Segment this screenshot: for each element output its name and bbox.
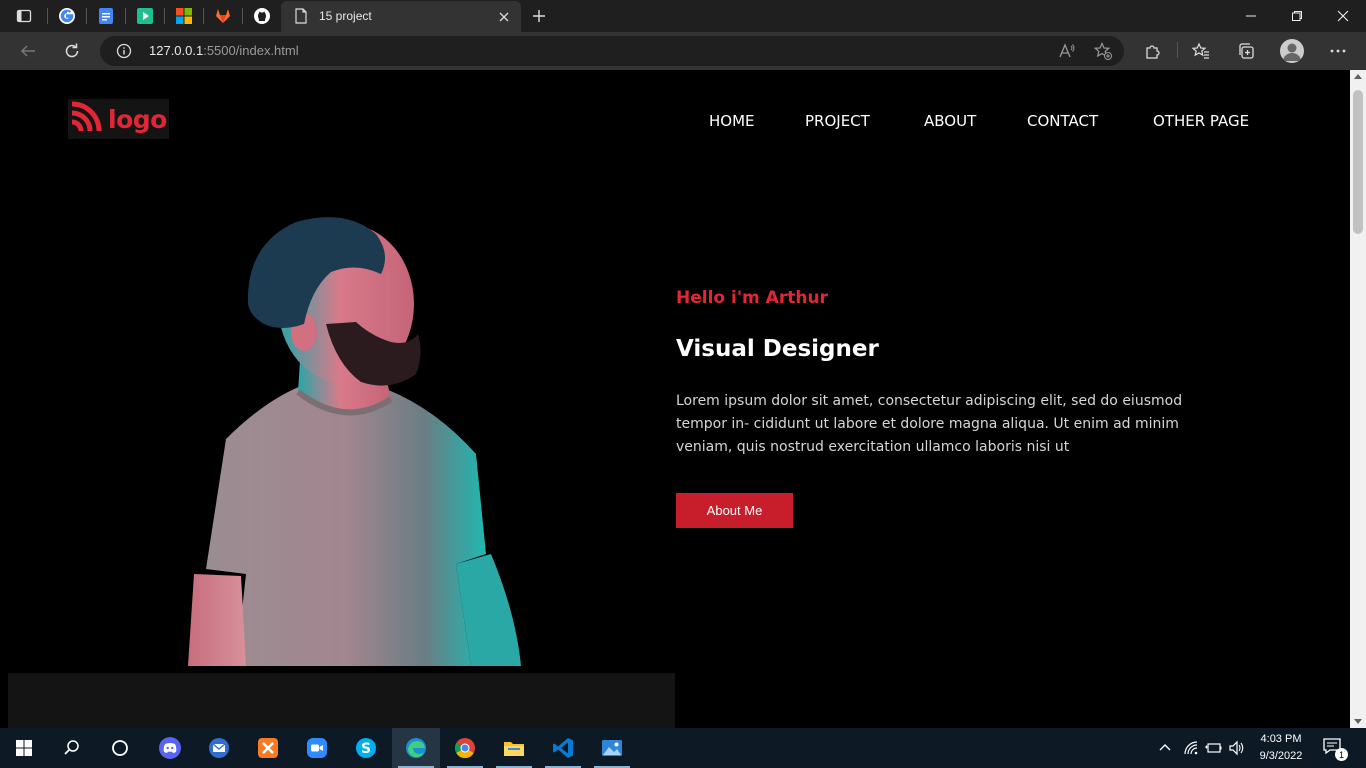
tab-title: 15 project [319, 9, 372, 23]
microsoft-tab-icon[interactable] [173, 5, 195, 27]
play-tab-icon[interactable] [134, 5, 156, 27]
hero-description: Lorem ipsum dolor sit amet, consectetur … [676, 393, 1183, 455]
new-tab-button[interactable] [528, 5, 550, 27]
zoom-icon[interactable] [293, 728, 341, 768]
browser-toolbar: 127.0.0.1:5500/index.html [0, 32, 1366, 70]
back-arrow-icon[interactable] [16, 39, 40, 63]
discord-icon[interactable] [146, 728, 194, 768]
edge-icon[interactable] [392, 728, 440, 768]
nav-project[interactable]: PROJECT [805, 112, 870, 130]
chrome-icon[interactable] [441, 728, 489, 768]
volume-icon[interactable] [1228, 739, 1246, 757]
skype-icon[interactable]: S [342, 728, 390, 768]
scroll-up-arrow-icon[interactable] [1354, 74, 1362, 79]
cortana-icon[interactable] [96, 728, 144, 768]
site-logo[interactable]: logo [68, 99, 169, 139]
tab-separator [242, 8, 243, 24]
notification-center-icon[interactable]: 1 [1322, 737, 1348, 761]
scroll-thumb[interactable] [1353, 90, 1363, 234]
page-viewport: logo HOME PROJECT ABOUT CONTACT OTHER PA… [0, 70, 1350, 728]
restore-button[interactable] [1274, 0, 1320, 32]
info-icon[interactable] [116, 43, 132, 63]
xampp-icon[interactable] [244, 728, 292, 768]
vscode-icon[interactable] [539, 728, 587, 768]
google-tab-icon[interactable] [56, 5, 78, 27]
nav-contact[interactable]: CONTACT [1027, 112, 1098, 130]
gitlab-tab-icon[interactable] [212, 5, 234, 27]
tab-separator [86, 8, 87, 24]
battery-icon[interactable] [1204, 739, 1222, 757]
wifi-logo-icon [70, 101, 102, 137]
scroll-down-arrow-icon[interactable] [1354, 719, 1362, 724]
start-button[interactable] [0, 728, 48, 768]
hero-title: Visual Designer [676, 336, 879, 362]
nav-about[interactable]: ABOUT [924, 112, 976, 130]
wifi-icon[interactable] [1182, 739, 1200, 757]
svg-text:S: S [361, 741, 371, 757]
mail-icon[interactable] [195, 728, 243, 768]
url-path: :5500/index.html [203, 43, 299, 58]
system-clock[interactable]: 4:03 PM 9/3/2022 [1253, 731, 1309, 765]
tab-separator [47, 8, 48, 24]
about-me-button[interactable]: About Me [676, 493, 793, 528]
url-host: 127.0.0.1 [149, 43, 204, 58]
clock-time: 4:03 PM [1260, 733, 1302, 745]
clock-date: 9/3/2022 [1259, 750, 1303, 762]
logo-text: logo [108, 104, 167, 134]
minimize-button[interactable] [1228, 0, 1274, 32]
tab-actions-icon[interactable] [13, 5, 35, 27]
toolbar-separator [1177, 42, 1178, 58]
windows-taskbar: S 4:03 PM 9/3/2022 1 [0, 728, 1366, 768]
chevron-up-icon[interactable] [1156, 739, 1174, 757]
nav-home[interactable]: HOME [709, 112, 755, 130]
github-tab-icon[interactable] [251, 5, 273, 27]
file-explorer-icon[interactable] [490, 728, 538, 768]
page-scrollbar[interactable] [1350, 70, 1366, 728]
photos-icon[interactable] [588, 728, 636, 768]
more-icon[interactable] [1327, 40, 1349, 62]
nav-other-page[interactable]: OTHER PAGE [1153, 112, 1249, 130]
url-text: 127.0.0.1:5500/index.html [149, 43, 299, 58]
extensions-icon[interactable] [1142, 40, 1164, 62]
document-icon [294, 8, 308, 28]
google-docs-tab-icon[interactable] [95, 5, 117, 27]
browser-tab-bar: 15 project [0, 0, 1366, 32]
close-icon[interactable] [497, 9, 511, 28]
refresh-icon[interactable] [60, 39, 84, 63]
collections-icon[interactable] [1235, 40, 1257, 62]
tab-separator [125, 8, 126, 24]
tab-separator [164, 8, 165, 24]
hero-portrait-image [188, 217, 521, 666]
notification-badge: 1 [1335, 748, 1348, 761]
bottom-section [8, 673, 675, 728]
hero-greeting: Hello i'm Arthur [676, 288, 828, 308]
add-favorite-icon[interactable] [1093, 42, 1112, 64]
profile-avatar[interactable] [1280, 39, 1304, 63]
close-window-button[interactable] [1320, 0, 1366, 32]
read-aloud-icon[interactable] [1058, 42, 1076, 64]
address-bar[interactable]: 127.0.0.1:5500/index.html [100, 36, 1124, 66]
tab-separator [203, 8, 204, 24]
favorites-icon[interactable] [1190, 40, 1212, 62]
search-icon[interactable] [48, 728, 96, 768]
active-tab[interactable]: 15 project [281, 1, 521, 32]
